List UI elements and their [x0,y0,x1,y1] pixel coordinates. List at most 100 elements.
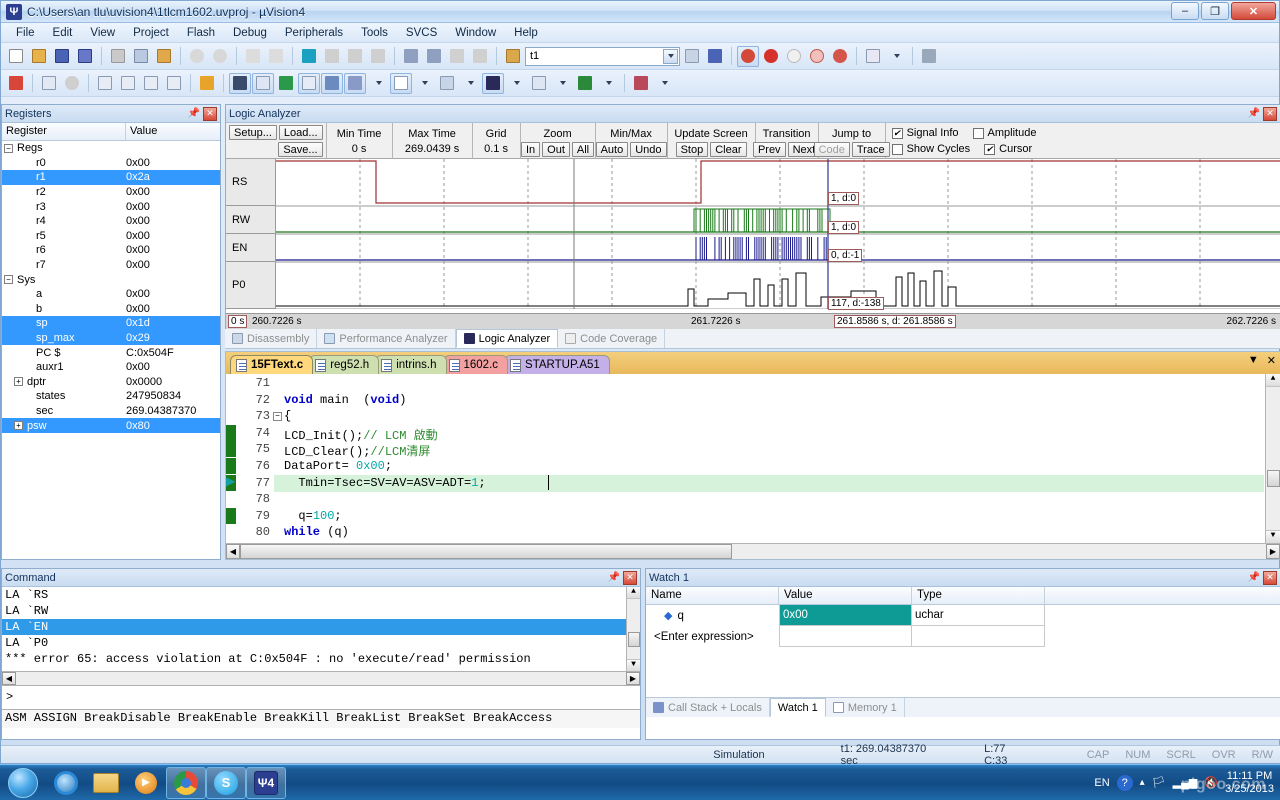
editor-close-icon[interactable]: ✕ [1267,354,1276,367]
command-horizontal-scrollbar[interactable]: ◀ ▶ [2,672,640,686]
editor-vertical-scrollbar[interactable]: ▲ ▼ [1265,374,1280,543]
tray-network-icon[interactable]: 🏳 [1152,776,1166,789]
menu-peripherals[interactable]: Peripherals [276,25,352,41]
indent-icon[interactable] [400,46,422,67]
target-options-icon[interactable] [681,46,703,67]
memory-window-icon[interactable] [390,72,412,94]
bookmark-prev-icon[interactable] [321,46,343,67]
register-row[interactable]: sp_max 0x29 [2,330,220,346]
taskbar-internet-explorer-icon[interactable] [46,767,86,799]
bookmark-toggle-icon[interactable] [298,46,320,67]
la-setup-button[interactable]: Setup... [229,125,277,140]
paste-icon[interactable] [153,46,175,67]
system-viewer-dropdown[interactable] [597,73,619,94]
taskbar-uvision4-icon[interactable]: Ψ4 [246,766,286,799]
restore-button[interactable]: ❐ [1201,2,1229,20]
close-icon[interactable]: ✕ [623,570,637,585]
register-row[interactable]: r0 0x00 [2,156,220,171]
tree-toggle-icon[interactable]: − [4,143,13,153]
command-scroll-thumb[interactable] [628,632,640,647]
new-file-icon[interactable] [5,46,27,67]
command-hscroll-left-icon[interactable]: ◀ [2,672,16,685]
command-output-line[interactable]: LA `EN [2,619,640,635]
kill-breakpoints-icon[interactable] [783,46,805,67]
navigate-forward-icon[interactable] [265,46,287,67]
register-row[interactable]: r1 0x2a [2,170,220,185]
breakpoint-marker[interactable] [226,441,236,458]
la-zoom-all-button[interactable]: All [571,141,595,157]
close-icon[interactable]: ✕ [203,106,217,121]
navigate-back-icon[interactable] [242,46,264,67]
la-amplitude-checkbox[interactable]: Amplitude [972,125,1036,141]
editor-tab[interactable]: intrins.h [375,355,447,374]
memory-window-dropdown[interactable] [413,73,435,94]
menu-debug[interactable]: Debug [224,25,276,41]
editor-collapse-icon[interactable]: ▼ [1248,354,1259,367]
register-row[interactable]: − Regs [2,141,220,156]
menu-window[interactable]: Window [446,25,505,41]
tab-logic-analyzer[interactable]: Logic Analyzer [455,329,559,348]
editor-scroll-up-icon[interactable]: ▲ [1266,374,1280,387]
project-open-icon[interactable] [502,46,524,67]
trace-window-icon[interactable] [528,73,550,94]
register-row[interactable]: b 0x00 [2,302,220,317]
editor-text-area[interactable]: ▲ ▼ 71 72 void main (void) 73−{74 LCD_Init()… [226,374,1280,559]
open-file-icon[interactable] [28,46,50,67]
start-stop-debug-icon[interactable] [737,45,759,67]
register-row[interactable]: + psw 0x80 [2,418,220,433]
menu-help[interactable]: Help [505,25,547,41]
taskbar-media-player-icon[interactable]: ▶ [126,767,166,799]
tab-call-stack-locals[interactable]: Call Stack + Locals [646,698,770,717]
register-row[interactable]: r6 0x00 [2,243,220,258]
pin-icon[interactable]: 📌 [1248,107,1260,121]
la-show-cycles-checkbox[interactable]: Show Cycles [891,141,970,157]
symbol-window-icon[interactable] [275,73,297,94]
watch-name-cell[interactable]: ◆ q [646,609,779,623]
tab-code-coverage[interactable]: Code Coverage [558,329,666,348]
register-row[interactable]: a 0x00 [2,287,220,302]
register-row[interactable]: r2 0x00 [2,185,220,200]
tray-help-icon[interactable]: ? [1116,774,1133,791]
reset-cpu-icon[interactable] [5,73,27,94]
editor-tab[interactable]: STARTUP.A51 [504,355,610,374]
show-next-statement-icon[interactable] [196,73,218,94]
editor-scroll-down-icon[interactable]: ▼ [1266,530,1280,543]
la-clear-button[interactable]: Clear [710,141,747,157]
menu-flash[interactable]: Flash [178,25,224,41]
register-row[interactable]: PC $ C:0x504F [2,345,220,360]
registers-tree[interactable]: − Regs r0 0x00 r1 0x2a r2 0x00 r3 0x00 r4 0x00 r5 0x0… [2,141,220,559]
editor-scroll-thumb[interactable] [1267,470,1280,487]
editor-tab[interactable]: reg52.h [309,355,380,374]
outdent-icon[interactable] [423,46,445,67]
editor-hscroll-thumb[interactable] [240,544,732,559]
la-minmax-auto-button[interactable]: Auto [595,141,629,157]
breakpoint-marker[interactable] [226,507,236,524]
la-load-button[interactable]: Load... [278,125,323,140]
step-out-icon[interactable] [140,73,162,94]
register-row[interactable]: r7 0x00 [2,258,220,273]
editor-scroll-right-icon[interactable]: ▶ [1266,544,1280,559]
target-combo[interactable]: t1 [525,46,680,66]
run-icon[interactable] [38,73,60,94]
redo-icon[interactable] [209,46,231,67]
tree-toggle-icon[interactable]: + [14,421,23,431]
breakpoint-marker[interactable] [226,458,236,474]
watch-list[interactable]: ◆ q 0x00 uchar <Enter expression> Call S… [646,605,1280,717]
project-window-dropdown[interactable] [885,46,907,67]
pin-icon[interactable]: 📌 [608,571,620,585]
stop-icon[interactable] [61,73,83,94]
tab-memory-1[interactable]: Memory 1 [826,698,905,717]
taskbar-chrome-icon[interactable] [166,766,206,799]
tab-performance-analyzer[interactable]: Performance Analyzer [317,329,456,348]
taskbar-file-explorer-icon[interactable] [86,767,126,799]
command-input[interactable]: > [2,686,640,710]
watch-row-value[interactable]: 0x00 [779,605,912,626]
toolbox-icon[interactable] [630,73,652,94]
serial-window-dropdown[interactable] [459,73,481,94]
taskbar-skype-icon[interactable]: S [206,766,246,799]
tray-language-indicator[interactable]: EN [1094,777,1109,789]
menu-view[interactable]: View [81,25,124,41]
register-row[interactable]: r3 0x00 [2,199,220,214]
menu-edit[interactable]: Edit [44,25,82,41]
serial-window-icon[interactable] [436,73,458,94]
